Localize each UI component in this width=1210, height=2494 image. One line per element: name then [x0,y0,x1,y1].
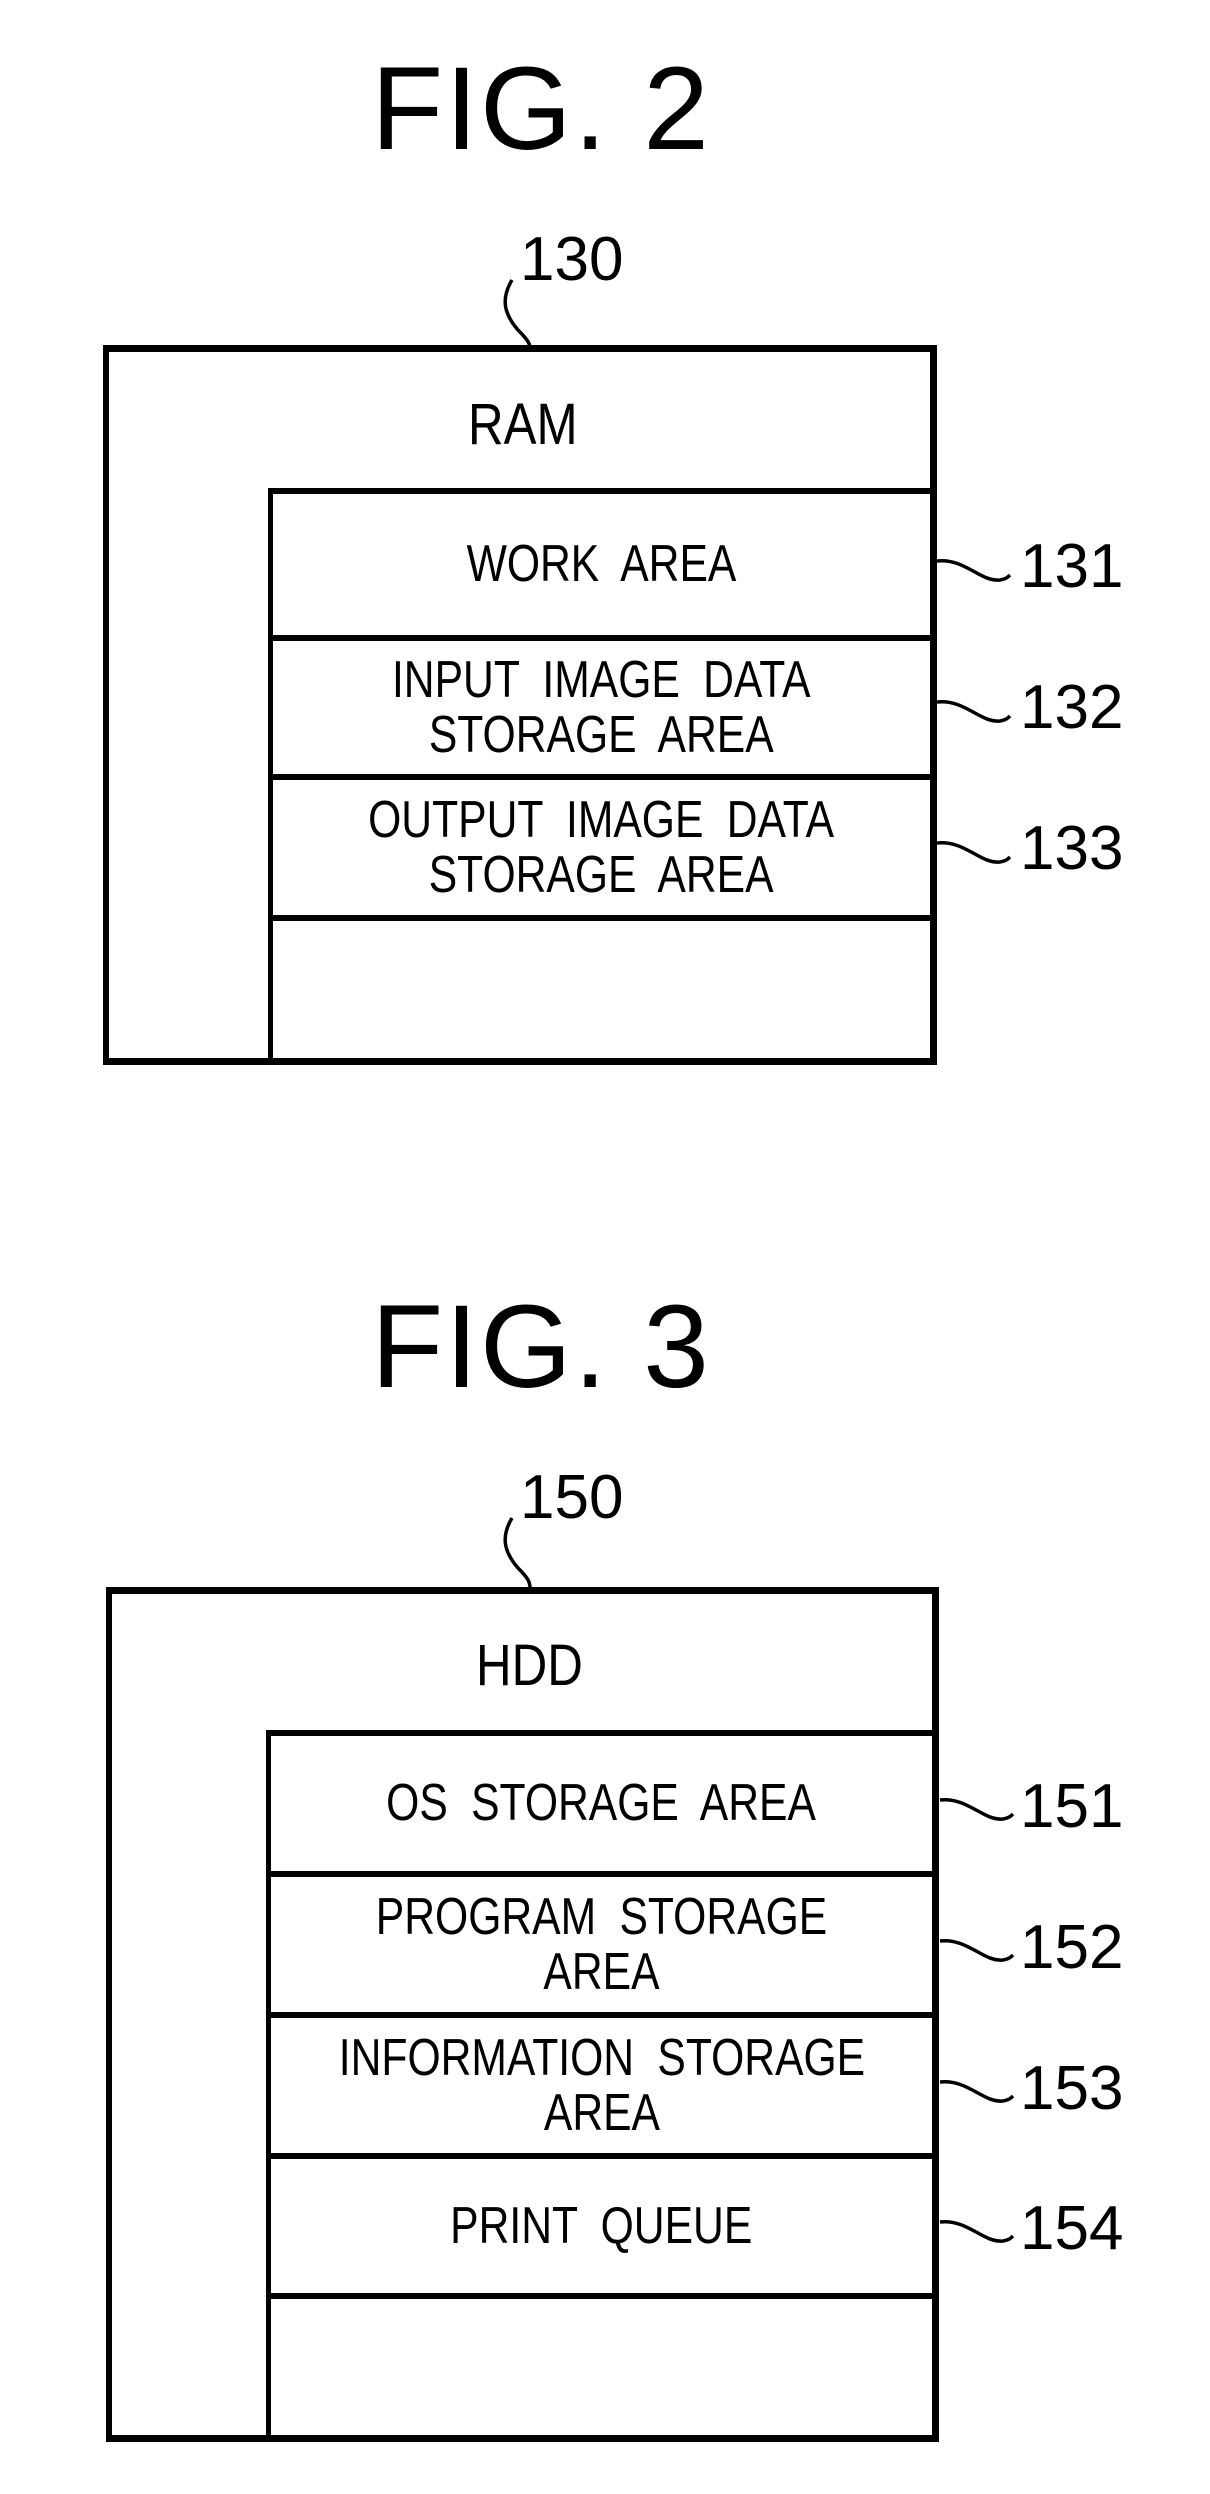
input-image-data-storage-area-label: INPUT IMAGE DATA STORAGE AREA [392,650,811,764]
work-area-leader-line [936,559,1012,582]
hdd-reference-number: 150 [520,1463,624,1532]
program-storage-reference-number: 152 [1020,1913,1124,1982]
ram-label: RAM [468,392,578,457]
information-storage-area-label: INFORMATION STORAGE AREA [338,2028,865,2142]
program-storage-area-row: PROGRAM STORAGE AREA [271,1871,932,2012]
hdd-label: HDD [476,1633,583,1698]
output-image-data-leader-line [936,841,1012,864]
hdd-block: HDD OS STORAGE AREA PROGRAM STORAGE AREA… [106,1587,939,2442]
information-storage-reference-number: 153 [1020,2054,1124,2123]
figure-3-title: FIG. 3 [371,1281,711,1413]
input-image-data-leader-line [936,700,1012,723]
output-image-data-storage-area-label: OUTPUT IMAGE DATA STORAGE AREA [368,790,835,904]
print-queue-reference-number: 154 [1020,2194,1124,2263]
output-image-data-storage-area-row: OUTPUT IMAGE DATA STORAGE AREA [273,774,930,915]
ram-area-stack: WORK AREA INPUT IMAGE DATA STORAGE AREA … [268,488,930,1058]
input-image-data-storage-area-row: INPUT IMAGE DATA STORAGE AREA [273,635,930,774]
os-storage-area-row: OS STORAGE AREA [271,1730,932,1871]
figure-2-title: FIG. 2 [371,43,711,175]
ram-reference-number: 130 [520,225,624,294]
os-storage-reference-number: 151 [1020,1772,1124,1841]
ram-empty-row [273,915,930,1058]
information-storage-area-row: INFORMATION STORAGE AREA [271,2012,932,2153]
program-storage-leader-line [939,1939,1015,1962]
work-area-row: WORK AREA [273,488,930,635]
print-queue-row: PRINT QUEUE [271,2153,932,2293]
print-queue-label: PRINT QUEUE [450,2196,753,2255]
hdd-area-stack: OS STORAGE AREA PROGRAM STORAGE AREA INF… [266,1730,932,2435]
hdd-empty-row [271,2293,932,2435]
os-storage-area-label: OS STORAGE AREA [386,1774,817,1833]
output-image-data-reference-number: 133 [1020,814,1124,883]
input-image-data-reference-number: 132 [1020,673,1124,742]
ram-block: RAM WORK AREA INPUT IMAGE DATA STORAGE A… [103,345,937,1065]
work-area-label: WORK AREA [466,535,737,594]
work-area-reference-number: 131 [1020,532,1124,601]
information-storage-leader-line [939,2080,1015,2103]
print-queue-leader-line [939,2220,1015,2243]
os-storage-leader-line [939,1798,1015,1821]
program-storage-area-label: PROGRAM STORAGE AREA [375,1887,828,2001]
